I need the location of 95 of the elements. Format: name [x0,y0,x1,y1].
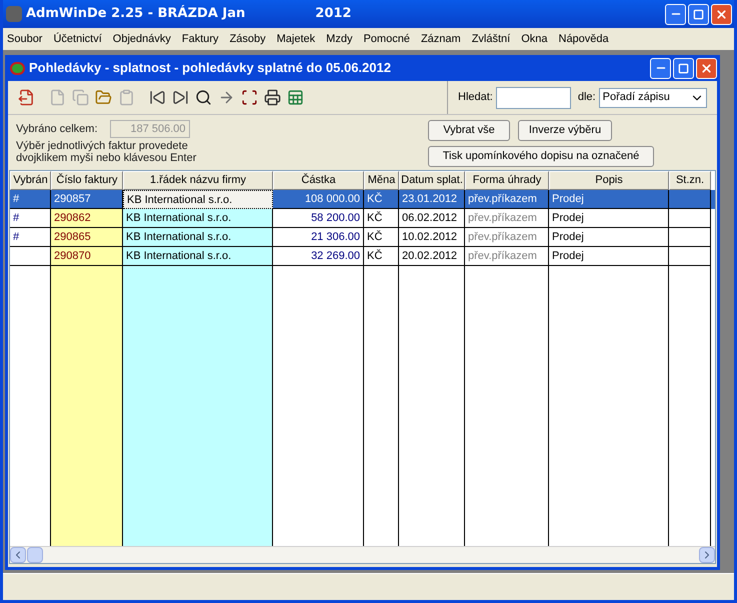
table-cell: přev.příkazem [465,228,549,247]
table-cell: 290870 [51,247,123,266]
minimize-button[interactable] [665,4,686,24]
table-cell [669,228,711,247]
menu-item[interactable]: Okna [521,30,548,48]
search-icon [194,89,212,106]
table-cell: Prodej [549,228,669,247]
table-cell: přev.příkazem [465,247,549,266]
table-cell [669,209,711,228]
menu-item[interactable]: Soubor [7,30,42,48]
menu-item[interactable]: Zvláštní [472,30,510,48]
table-row[interactable]: # 290857 KB International s.r.o. 108 000.00 KČ 23.01.2012 přev.příkazem Prodej [10,190,715,209]
maximize-button[interactable] [688,4,709,24]
table-cell: Prodej [549,209,669,228]
column-header[interactable]: Číslo faktury [51,171,123,190]
table-cell: 290865 [51,228,123,247]
scroll-left-button[interactable] [10,547,26,563]
sort-label: dle: [578,90,596,106]
table-cell: 58 200.00 [273,209,364,228]
table-cell: 21 306.00 [273,228,364,247]
column-header[interactable]: Datum splat. [399,171,465,190]
table-cell: KB International s.r.o. [123,190,273,209]
scroll-right-button[interactable] [699,547,715,563]
menu-item[interactable]: Pomocné [363,30,410,48]
export-icon [18,89,34,106]
table-cell: KB International s.r.o. [123,209,273,228]
column-header[interactable]: 1.řádek názvu firmy [123,171,273,190]
menu-item[interactable]: Mzdy [326,30,352,48]
invert-selection-button[interactable]: Inverze výběru [518,120,612,141]
table-row[interactable]: # 290862 KB International s.r.o. 58 200.00 KČ 06.02.2012 přev.příkazem Prodej [10,209,715,228]
table-cell: KB International s.r.o. [123,247,273,266]
table-cell: 290862 [51,209,123,228]
menu-item[interactable]: Objednávky [112,30,171,48]
table-cell: přev.příkazem [465,209,549,228]
minimize-button[interactable] [650,58,671,78]
close-button[interactable] [696,58,717,78]
menu-item[interactable]: Zásoby [230,30,266,48]
table-row[interactable]: 290870 KB International s.r.o. 32 269.00 KČ 20.02.2012 přev.příkazem Prodej [10,247,715,266]
folder-icon [94,89,112,106]
copy-icon [72,89,88,106]
selected-total-field: 187 506.00 [110,120,190,138]
table-cell [669,247,711,266]
clipboard-icon [118,89,134,106]
spreadsheet-icon [286,89,304,106]
maximize-icon [678,62,689,74]
window-year: 2012 [315,5,352,24]
column-header[interactable]: Měna [364,171,399,190]
menu-item[interactable]: Nápověda [558,30,609,48]
close-button[interactable] [711,4,732,24]
printer-icon [264,89,280,106]
maximize-button[interactable] [673,58,694,78]
column-header[interactable]: Popis [549,171,669,190]
table-cell: Prodej [549,247,669,266]
hint-text: dvojklikem myši nebo klávesou Enter [16,152,198,164]
table-cell: 06.02.2012 [399,209,465,228]
app-icon [6,6,22,22]
window-title: AdmWinDe 2.25 - BRÁZDA Jan [26,4,246,24]
column-header[interactable]: Částka [273,171,364,190]
table-cell: KČ [364,209,399,228]
table-cell: # [10,209,51,228]
printer-button[interactable] [262,86,282,108]
table-cell: KB International s.r.o. [123,228,273,247]
table-cell: KČ [364,247,399,266]
table-cell: 32 269.00 [273,247,364,266]
frame-icon [240,89,258,106]
child-window-title: Pohledávky - splatnost - pohledávky splatné do 05.06.2012 [29,59,391,78]
horizontal-scrollbar[interactable] [10,546,715,563]
table-cell: 20.02.2012 [399,247,465,266]
column-header[interactable]: Forma úhrady [465,171,549,190]
search-label: Hledat: [458,90,493,106]
last-record-icon [172,89,188,106]
menu-item[interactable]: Faktury [182,30,219,48]
scroll-thumb[interactable] [27,547,43,563]
export-button[interactable] [16,86,36,108]
maximize-icon [693,8,704,20]
print-reminder-button[interactable]: Tisk upomínkového dopisu na označené [428,146,654,167]
menu-item[interactable]: Účetnictví [53,30,102,48]
hint-text: Výběr jednotlivých faktur provedete [16,140,189,152]
select-all-button[interactable]: Vybrat vše [428,120,510,141]
column-header[interactable]: Vybrán [10,171,51,190]
search-field[interactable] [496,86,571,108]
document-icon [48,89,66,106]
table-cell: KČ [364,228,399,247]
menu-item[interactable]: Majetek [276,30,316,48]
column-header[interactable]: St.zn. [669,171,711,190]
first-record-icon [148,89,166,106]
sort-dropdown[interactable]: Pořadí zápisu [598,88,707,108]
close-icon [715,8,728,20]
selected-total-label: Vybráno celkem: [16,122,98,137]
table-cell: # [10,228,51,247]
close-icon [700,62,713,74]
table-row[interactable]: # 290865 KB International s.r.o. 21 306.00 KČ 10.02.2012 přev.příkazem Prodej [10,228,715,247]
table-cell: 10.02.2012 [399,228,465,247]
app-icon [10,62,25,74]
menu-item[interactable]: Záznam [420,30,461,48]
